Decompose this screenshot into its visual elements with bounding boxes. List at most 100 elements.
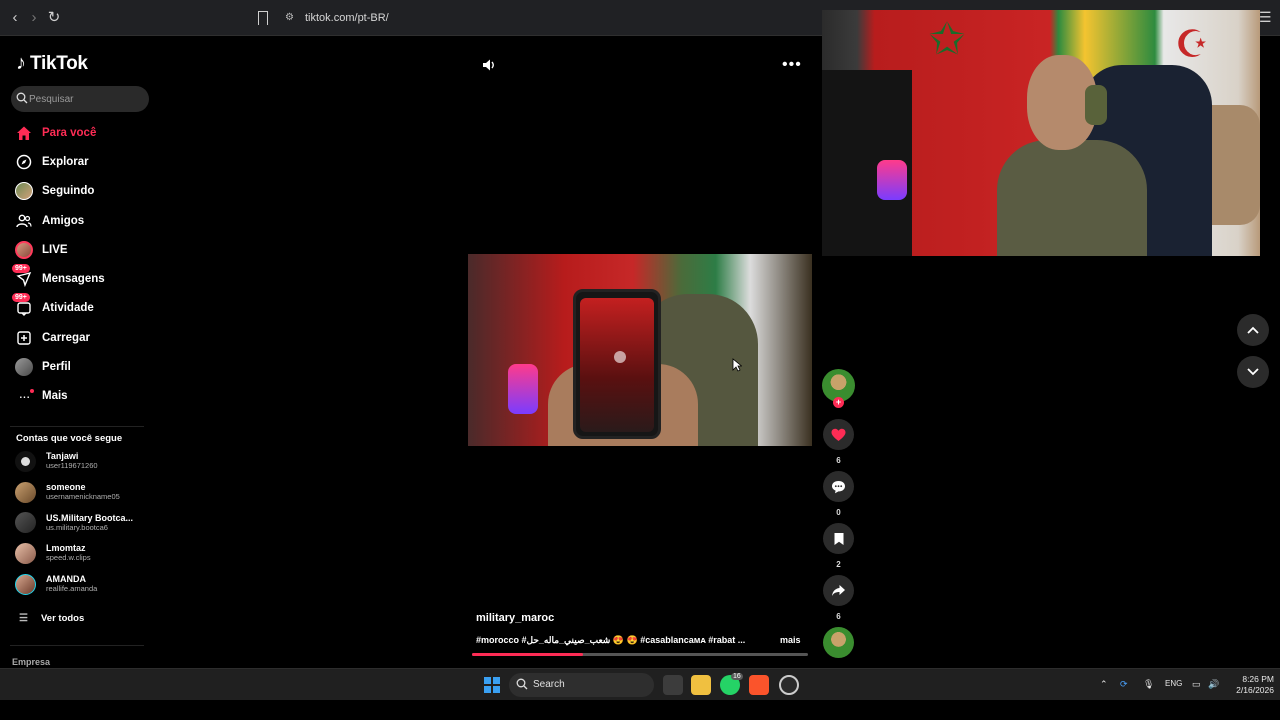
address-bar[interactable]: tiktok.com/pt-BR/ <box>305 12 389 24</box>
video-player[interactable] <box>468 254 812 446</box>
nav-item-seguindo[interactable]: Seguindo <box>0 177 160 206</box>
account-avatar <box>15 573 36 595</box>
sidebar-divider <box>10 426 144 427</box>
clock-date: 2/16/2026 <box>1236 685 1274 695</box>
nav-item-carregar[interactable]: Carregar <box>0 323 160 352</box>
bookmark-icon[interactable] <box>258 11 268 25</box>
windows-start-icon[interactable] <box>484 677 500 693</box>
speaker-icon[interactable]: 🔊 <box>1208 679 1219 690</box>
webcam-overlay: ✩ ☪ <box>822 10 1260 256</box>
forward-icon[interactable]: › <box>25 9 43 27</box>
following-account[interactable]: Tanjawi user119671260 <box>15 446 160 477</box>
browser-menu-icon[interactable]: ☰ <box>1259 9 1272 26</box>
nav-item-para-voce[interactable]: Para você <box>0 118 160 147</box>
taskbar-search[interactable]: Search <box>509 673 654 697</box>
caption-more-button[interactable]: mais <box>780 635 801 645</box>
back-icon[interactable]: ‹ <box>6 9 24 27</box>
taskbar-search-label: Search <box>533 679 565 690</box>
account-avatar <box>15 450 36 472</box>
brave-browser-icon[interactable] <box>749 675 769 695</box>
comment-button[interactable] <box>823 471 854 502</box>
following-list: Tanjawi user119671260 someone usernamenick… <box>15 446 160 599</box>
task-view-icon[interactable] <box>663 675 683 695</box>
like-button[interactable] <box>823 419 854 450</box>
play-icon <box>614 351 626 363</box>
messages-icon: 99+ <box>12 264 33 288</box>
upload-icon <box>15 329 33 347</box>
next-video-button[interactable] <box>1237 356 1269 388</box>
account-username: reallife.amanda <box>46 584 98 594</box>
webcam-flag-star: ✩ <box>928 15 966 64</box>
microphone-icon[interactable]: 🎙 <box>1143 679 1154 690</box>
nav-label: LIVE <box>42 243 68 256</box>
webcam-headset <box>1085 85 1107 125</box>
heart-icon <box>831 428 846 441</box>
windows-taskbar: Search 16 ⌃ ⟳ 🎙 ENG ▭ 🔊 8:26 PM 2/16/202… <box>0 668 1280 700</box>
site-settings-icon[interactable]: ⚙ <box>285 13 296 23</box>
account-name: Tanjawi <box>46 451 79 462</box>
follow-plus-icon[interactable]: + <box>833 397 844 408</box>
nav-label: Explorar <box>42 155 89 168</box>
home-icon <box>15 124 33 142</box>
video-progress-bar[interactable] <box>472 653 808 656</box>
share-button[interactable] <box>823 575 854 606</box>
following-avatar-icon <box>15 182 33 201</box>
video-caption: #morocco #شعب_صيني_ماله_حل 😍 😍 #casablan… <box>476 635 746 645</box>
video-options-icon[interactable]: ••• <box>782 56 802 74</box>
previous-video-button[interactable] <box>1237 314 1269 346</box>
see-all-link[interactable]: ☰ Ver todos <box>19 613 84 624</box>
account-name: someone <box>46 482 86 493</box>
clock-time: 8:26 PM <box>1242 674 1274 684</box>
nav-item-mensagens[interactable]: 99+ Mensagens <box>0 264 160 293</box>
bottom-strip <box>0 700 1280 720</box>
following-account[interactable]: AMANDA reallife.amanda <box>15 569 160 600</box>
search-icon <box>16 92 28 104</box>
nav-item-perfil[interactable]: Perfil <box>0 352 160 381</box>
file-explorer-icon[interactable] <box>691 675 711 695</box>
nav-label: Mais <box>42 390 68 403</box>
nav-item-explorar[interactable]: Explorar <box>0 147 160 176</box>
music-disc[interactable] <box>823 627 854 658</box>
compass-icon <box>15 153 33 171</box>
volume-icon[interactable] <box>481 57 497 73</box>
activity-badge: 99+ <box>12 293 30 303</box>
nav-label: Atividade <box>42 302 94 315</box>
footer-company-link[interactable]: Empresa <box>12 657 50 667</box>
save-count: 2 <box>836 560 841 569</box>
following-account[interactable]: Lmomtaz speed.w.clips <box>15 538 160 569</box>
see-all-label: Ver todos <box>40 613 85 624</box>
account-name: AMANDA <box>46 574 86 585</box>
account-avatar <box>15 512 36 534</box>
following-account[interactable]: someone usernamenickname05 <box>15 477 160 508</box>
video-phone <box>573 289 661 439</box>
network-icon[interactable]: ▭ <box>1192 679 1201 690</box>
nav-item-atividade[interactable]: 99+ Atividade <box>0 293 160 323</box>
nav-item-mais[interactable]: ··· Mais <box>0 382 160 411</box>
nav-item-live[interactable]: LIVE <box>0 235 160 264</box>
search-box[interactable] <box>11 86 149 112</box>
video-author[interactable]: military_maroc <box>476 612 554 624</box>
following-account[interactable]: US.Military Bootca... us.military.bootca6 <box>15 507 160 538</box>
search-icon <box>516 678 528 690</box>
reload-icon[interactable]: ↻ <box>45 9 63 27</box>
search-input[interactable] <box>29 90 144 108</box>
taskbar-clock[interactable]: 8:26 PM 2/16/2026 <box>1222 674 1274 696</box>
webcam-flag-crescent: ☪ <box>1174 24 1210 66</box>
nav-item-amigos[interactable]: Amigos <box>0 206 160 235</box>
tiktok-logo[interactable]: ♪ TikTok <box>16 52 88 75</box>
sync-icon[interactable]: ⟳ <box>1120 679 1128 690</box>
list-icon: ☰ <box>19 613 28 624</box>
logo-text: TikTok <box>30 52 88 74</box>
language-indicator[interactable]: ENG <box>1165 679 1182 688</box>
obs-icon[interactable] <box>779 675 799 695</box>
nav-label: Carregar <box>42 331 90 344</box>
chevron-up-icon <box>1247 326 1259 334</box>
account-name: US.Military Bootca... <box>46 512 134 523</box>
save-button[interactable] <box>823 523 854 554</box>
tray-overflow-icon[interactable]: ⌃ <box>1100 679 1108 690</box>
account-username: user119671260 <box>46 461 98 471</box>
like-count: 6 <box>836 456 841 465</box>
comment-icon <box>832 480 845 493</box>
tiktok-note-icon: ♪ <box>16 52 26 74</box>
more-icon: ··· <box>15 387 34 405</box>
